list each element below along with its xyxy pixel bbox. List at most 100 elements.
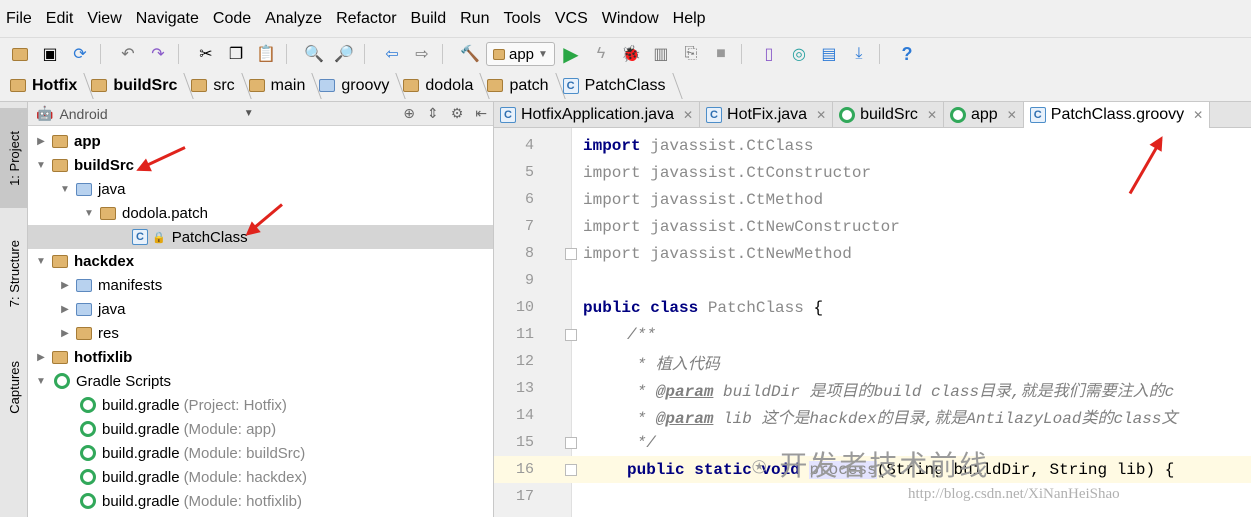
stop-icon[interactable]: ■ <box>707 41 735 67</box>
project-structure-icon[interactable]: ▤ <box>815 41 843 67</box>
tree-item-gradle-scripts[interactable]: ▼ Gradle Scripts <box>28 369 493 393</box>
menu-vcs[interactable]: VCS <box>555 10 588 28</box>
tree-item-build-gradle[interactable]: build.gradle (Module: buildSrc) <box>28 441 493 465</box>
tab-captures[interactable]: Captures <box>0 342 28 432</box>
toolbar-separator <box>178 44 186 64</box>
open-folder-icon[interactable] <box>6 41 34 67</box>
source-folder-icon <box>76 182 92 196</box>
replace-icon[interactable]: 🔎 <box>330 41 358 67</box>
forward-icon[interactable]: ⇨ <box>408 41 436 67</box>
tab-hotfixapplication-java[interactable]: C HotfixApplication.java ✕ <box>494 102 701 128</box>
fold-marker-icon[interactable] <box>565 437 577 449</box>
collapse-arrow-icon[interactable]: ▼ <box>58 184 72 195</box>
tree-item-build-gradle[interactable]: build.gradle (Module: hackdex) <box>28 465 493 489</box>
hide-panel-icon[interactable]: ⇤ <box>475 105 487 122</box>
menu-code[interactable]: Code <box>213 10 251 28</box>
menu-tools[interactable]: Tools <box>503 10 540 28</box>
breadcrumb-dodola[interactable]: dodola <box>403 77 487 95</box>
redo-icon[interactable]: ↷ <box>144 41 172 67</box>
collapse-arrow-icon[interactable]: ▼ <box>34 160 48 171</box>
tree-item-patchclass[interactable]: C 🔒 PatchClass <box>28 225 493 249</box>
close-icon[interactable]: ✕ <box>927 108 937 122</box>
tree-item-res[interactable]: ▶ res <box>28 321 493 345</box>
attach-debugger-icon[interactable]: ⎘ <box>677 41 705 67</box>
fold-marker-icon[interactable] <box>565 329 577 341</box>
gradle-sync-icon[interactable]: ◎ <box>785 41 813 67</box>
chevron-down-icon: ▼ <box>538 48 548 60</box>
tab-patchclass-groovy[interactable]: C PatchClass.groovy ✕ <box>1023 102 1211 128</box>
menu-window[interactable]: Window <box>602 10 659 28</box>
tab-buildsrc[interactable]: buildSrc ✕ <box>833 102 944 128</box>
avd-manager-icon[interactable]: ▯ <box>755 41 783 67</box>
expand-arrow-icon[interactable]: ▶ <box>58 328 72 339</box>
collapse-arrow-icon[interactable]: ▼ <box>34 256 48 267</box>
menu-navigate[interactable]: Navigate <box>136 10 199 28</box>
close-icon[interactable]: ✕ <box>816 108 826 122</box>
gear-icon[interactable]: ⚙ <box>451 105 464 122</box>
breadcrumb-groovy[interactable]: groovy <box>319 77 403 95</box>
collapse-arrow-icon[interactable]: ▼ <box>34 376 48 387</box>
tree-item-hotfixlib[interactable]: ▶ hotfixlib <box>28 345 493 369</box>
fold-marker-icon[interactable] <box>565 464 577 476</box>
menu-run[interactable]: Run <box>460 10 489 28</box>
toolbar-separator <box>878 44 887 64</box>
sdk-manager-icon[interactable]: ⤓ <box>845 41 873 67</box>
breadcrumb-src[interactable]: src <box>191 77 248 95</box>
tab-structure[interactable]: 7: Structure <box>0 224 28 324</box>
run-icon[interactable]: ▶ <box>557 41 585 67</box>
expand-arrow-icon[interactable]: ▶ <box>34 352 48 363</box>
menu-view[interactable]: View <box>87 10 121 28</box>
tree-item-build-gradle[interactable]: build.gradle (Project: Hotfix) <box>28 393 493 417</box>
menu-help[interactable]: Help <box>673 10 706 28</box>
menu-refactor[interactable]: Refactor <box>336 10 396 28</box>
close-icon[interactable]: ✕ <box>1193 108 1203 122</box>
tree-item-build-gradle[interactable]: build.gradle (Module: app) <box>28 417 493 441</box>
cut-icon[interactable]: ✂ <box>192 41 220 67</box>
tree-item-java[interactable]: ▶ java <box>28 297 493 321</box>
tab-project[interactable]: 1: Project <box>0 108 28 208</box>
scroll-from-source-icon[interactable]: ⊕ <box>403 105 415 122</box>
tree-item-build-gradle[interactable]: build.gradle (Module: hotfixlib) <box>28 489 493 513</box>
tab-app[interactable]: app ✕ <box>944 102 1024 128</box>
copy-icon[interactable]: ❐ <box>222 41 250 67</box>
expand-arrow-icon[interactable]: ▶ <box>34 136 48 147</box>
gradle-icon <box>839 107 856 123</box>
menu-file[interactable]: File <box>6 10 32 28</box>
expand-arrow-icon[interactable]: ▶ <box>58 304 72 315</box>
make-project-icon[interactable]: 🔨 <box>456 41 484 67</box>
debug-icon[interactable]: 🐞 <box>617 41 645 67</box>
project-view-selector[interactable]: 🤖 Android ▼ ⊕ ⇕ ⚙ ⇤ <box>28 102 493 126</box>
collapse-all-icon[interactable]: ⇕ <box>427 105 439 122</box>
apply-changes-icon[interactable]: ϟ <box>587 41 615 67</box>
find-icon[interactable]: 🔍 <box>300 41 328 67</box>
close-icon[interactable]: ✕ <box>683 108 693 122</box>
sync-icon[interactable]: ⟳ <box>66 41 94 67</box>
breadcrumb-buildsrc[interactable]: buildSrc <box>91 77 191 95</box>
undo-icon[interactable]: ↶ <box>114 41 142 67</box>
breadcrumb-hotfix[interactable]: Hotfix <box>10 77 91 95</box>
tab-hotfix-java[interactable]: C HotFix.java ✕ <box>700 102 834 128</box>
menu-edit[interactable]: Edit <box>46 10 74 28</box>
tree-item-java[interactable]: ▼ java <box>28 177 493 201</box>
folder-icon <box>76 278 92 292</box>
close-icon[interactable]: ✕ <box>1007 108 1017 122</box>
breadcrumb-patch[interactable]: patch <box>487 77 562 95</box>
profile-icon[interactable]: ▥ <box>647 41 675 67</box>
breadcrumb-main[interactable]: main <box>248 77 320 95</box>
tree-item-manifests[interactable]: ▶ manifests <box>28 273 493 297</box>
collapse-arrow-icon[interactable]: ▼ <box>82 208 96 219</box>
run-config-select[interactable]: app ▼ <box>486 42 555 66</box>
expand-arrow-icon[interactable]: ▶ <box>58 280 72 291</box>
toolbar-separator <box>442 44 450 64</box>
breadcrumb-patchclass[interactable]: C PatchClass <box>562 77 680 95</box>
back-icon[interactable]: ⇦ <box>378 41 406 67</box>
help-icon[interactable]: ? <box>893 41 921 67</box>
menu-build[interactable]: Build <box>411 10 447 28</box>
save-icon[interactable]: ▣ <box>36 41 64 67</box>
paste-icon[interactable]: 📋 <box>252 41 280 67</box>
tree-item-app[interactable]: ▶ app <box>28 129 493 153</box>
tree-item-buildsrc[interactable]: ▼ buildSrc <box>28 153 493 177</box>
fold-marker-icon[interactable] <box>565 248 577 260</box>
menu-analyze[interactable]: Analyze <box>265 10 322 28</box>
tree-item-hackdex[interactable]: ▼ hackdex <box>28 249 493 273</box>
